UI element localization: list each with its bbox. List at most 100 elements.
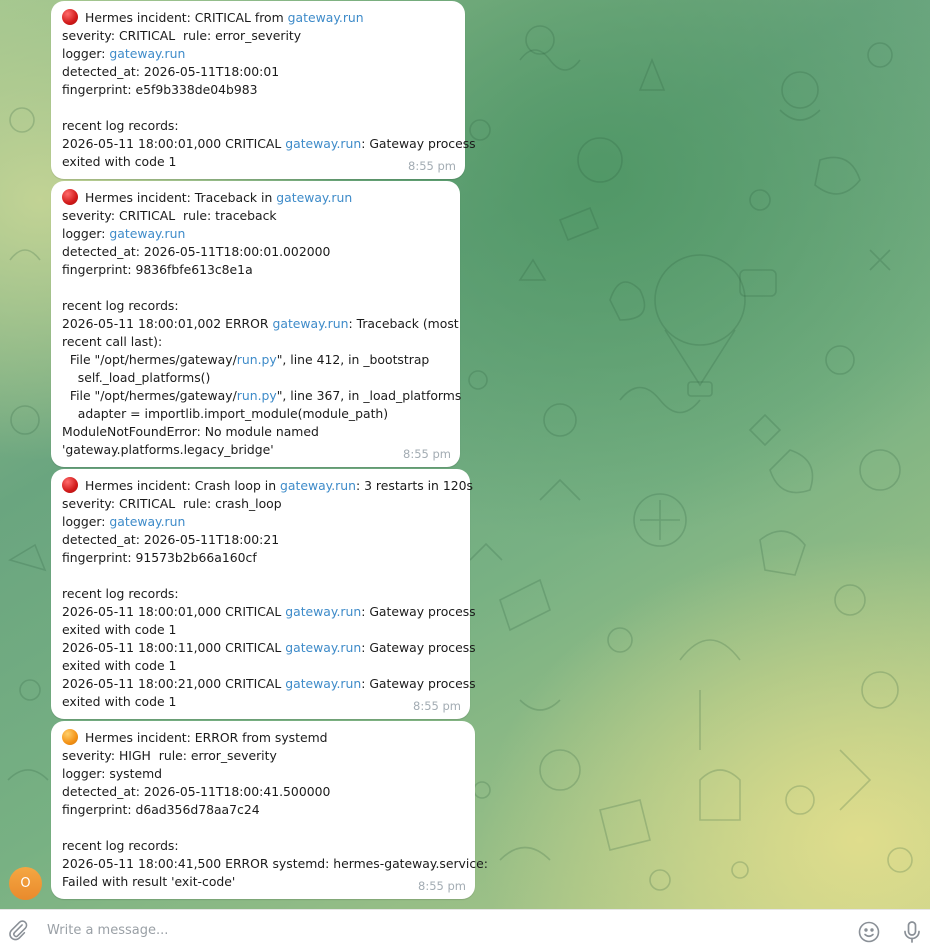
message-text-span: exited with code 1 [62,622,177,637]
message-text-span: 2026-05-11 18:00:41,500 ERROR systemd: h… [62,856,488,871]
message-text-span: logger: [62,514,110,529]
message-link[interactable]: gateway.run [285,604,361,619]
message-line: severity: HIGH rule: error_severity [62,747,464,765]
message-link[interactable]: gateway.run [109,46,185,61]
message-line: detected_at: 2026-05-11T18:00:01 [62,63,454,81]
message-time: 8:55 pm [413,699,461,713]
message-title: Hermes incident: Crash loop in gateway.r… [62,477,473,495]
message-link[interactable]: gateway.run [276,190,352,205]
message-line: logger: gateway.run [62,513,459,531]
message-line: logger: gateway.run [62,45,454,63]
message-text-span: detected_at: 2026-05-11T18:00:01 [62,64,280,79]
message-link[interactable]: gateway.run [280,478,356,493]
message-text-span: exited with code 1 [62,658,177,673]
message-line: adapter = importlib.import_module(module… [62,405,449,423]
message-text-span: severity: HIGH rule: error_severity [62,748,277,763]
message-text-span: Hermes incident: Crash loop in [85,478,280,493]
message-text-span: fingerprint: 9836fbfe613c8e1a [62,262,253,277]
message-text-span: fingerprint: e5f9b338de04b983 [62,82,258,97]
message-text-span: detected_at: 2026-05-11T18:00:41.500000 [62,784,331,799]
message-text-span: severity: CRITICAL rule: traceback [62,208,277,223]
message-link[interactable]: gateway.run [288,10,364,25]
message-text-span: File "/opt/hermes/gateway/ [62,388,237,403]
message-text-span: recent log records: [62,838,179,853]
message-title: Hermes incident: ERROR from systemd [62,729,464,747]
message-line: File "/opt/hermes/gateway/run.py", line … [62,387,461,405]
message-text-span: severity: CRITICAL rule: error_severity [62,28,302,43]
message-text-span: ", line 367, in _load_platforms [276,388,462,403]
message-text-span: Hermes incident: CRITICAL from [85,10,288,25]
paperclip-icon[interactable] [7,919,29,941]
message-time: 8:55 pm [418,879,466,893]
message-line: detected_at: 2026-05-11T18:00:21 [62,531,459,549]
message-time: 8:55 pm [403,447,451,461]
message-text-span: exited with code 1 [62,694,177,709]
message-link[interactable]: gateway.run [272,316,348,331]
message-text-span: severity: CRITICAL rule: crash_loop [62,496,282,511]
message-text-span: adapter = importlib.import_module(module… [62,406,389,421]
red-circle-icon [62,9,78,25]
emoji-icon[interactable] [857,920,881,944]
message-line: exited with code 1 [62,153,454,171]
message-text-span: Hermes incident: Traceback in [85,190,277,205]
message-link[interactable]: gateway.run [285,136,361,151]
message-text-span: recent log records: [62,586,179,601]
message-text-span: logger: [62,226,110,241]
sender-avatar[interactable]: O [9,867,42,900]
message-link[interactable]: run.py [237,352,277,367]
message-line: 2026-05-11 18:00:11,000 CRITICAL gateway… [62,639,476,657]
message-line: logger: systemd [62,765,464,783]
message-link[interactable]: run.py [237,388,277,403]
message-link[interactable]: gateway.run [285,676,361,691]
message-text-span: logger: systemd [62,766,163,781]
message-link[interactable]: gateway.run [109,226,185,241]
message-bubble-crash-loop[interactable]: Hermes incident: Crash loop in gateway.r… [51,469,476,719]
red-circle-icon [62,477,78,493]
message-text-span: 2026-05-11 18:00:11,000 CRITICAL [62,640,286,655]
microphone-icon[interactable] [901,920,923,944]
message-text-span: detected_at: 2026-05-11T18:00:21 [62,532,280,547]
message-text-span: Hermes incident: ERROR from systemd [85,730,328,745]
message-line: self._load_platforms() [62,369,449,387]
message-text-span: recent log records: [62,298,179,313]
message-text-span: : Gateway process [361,640,476,655]
message-text-span: Failed with result 'exit-code' [62,874,236,889]
message-text-span: fingerprint: d6ad356d78aa7c24 [62,802,260,817]
message-line: 2026-05-11 18:00:21,000 CRITICAL gateway… [62,675,476,693]
message-line: 2026-05-11 18:00:01,000 CRITICAL gateway… [62,135,476,153]
message-link[interactable]: gateway.run [285,640,361,655]
message-bubble-critical-gateway[interactable]: Hermes incident: CRITICAL from gateway.r… [51,1,476,179]
message-text-span: : Gateway process [361,676,476,691]
message-line: File "/opt/hermes/gateway/run.py", line … [62,351,449,369]
message-bubble-systemd-error[interactable]: Hermes incident: ERROR from systemd sever… [51,721,488,899]
message-line: recent log records: [62,117,454,135]
message-composer: Write a message... [0,909,930,945]
message-text-span: 2026-05-11 18:00:01,000 CRITICAL [62,136,286,151]
message-text-span: : Gateway process [361,136,476,151]
message-link[interactable]: gateway.run [109,514,185,529]
message-text: Hermes incident: CRITICAL from gateway.r… [62,9,476,171]
message-line: detected_at: 2026-05-11T18:00:41.500000 [62,783,464,801]
message-line: fingerprint: 91573b2b66a160cf [62,549,459,567]
message-line: severity: CRITICAL rule: traceback [62,207,449,225]
message-text-span: : 3 restarts in 120s [355,478,473,493]
message-title: Hermes incident: CRITICAL from gateway.r… [62,9,454,27]
message-text-span: logger: [62,46,110,61]
message-line: ModuleNotFoundError: No module named [62,423,449,441]
message-bubble-traceback[interactable]: Hermes incident: Traceback in gateway.ru… [51,181,461,467]
message-text-span: self._load_platforms() [62,370,211,385]
message-input[interactable]: Write a message... [47,923,168,938]
red-circle-icon [62,189,78,205]
message-line: recent log records: [62,585,459,603]
message-text: Hermes incident: Crash loop in gateway.r… [62,477,476,711]
message-line: fingerprint: d6ad356d78aa7c24 [62,801,464,819]
message-text: Hermes incident: ERROR from systemd sever… [62,729,488,891]
message-text-span: recent log records: [62,118,179,133]
message-text-span: 2026-05-11 18:00:01,002 ERROR [62,316,273,331]
message-text-span: : Traceback (most [348,316,459,331]
message-line: fingerprint: 9836fbfe613c8e1a [62,261,449,279]
orange-circle-icon [62,729,78,745]
